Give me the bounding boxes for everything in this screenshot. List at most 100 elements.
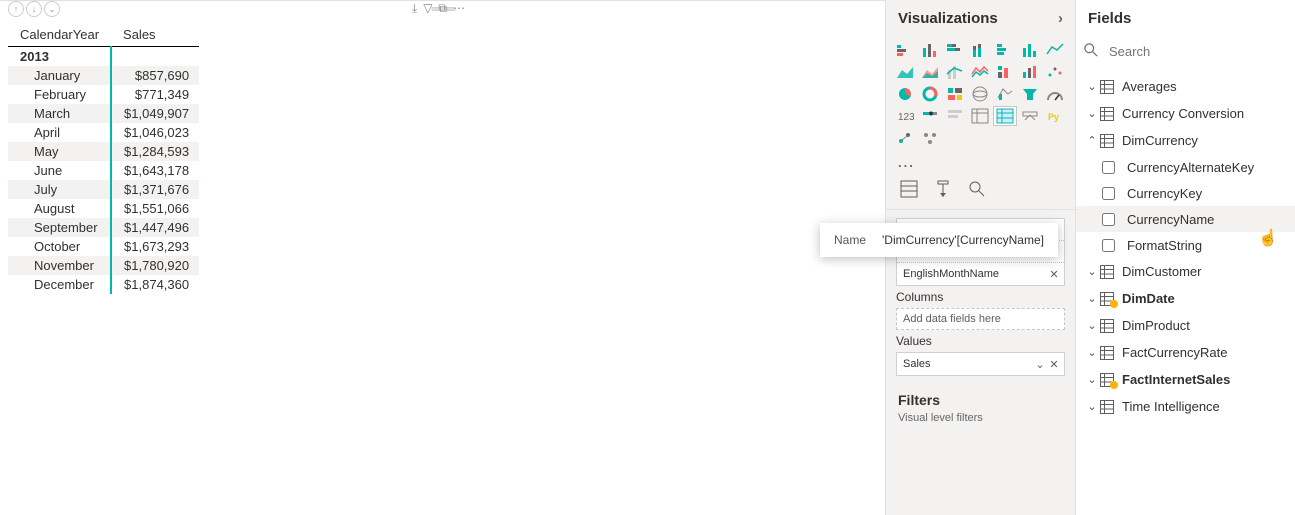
viz-type-icon[interactable] bbox=[919, 85, 941, 103]
table-row-currency-conversion[interactable]: ⌄ Currency Conversion bbox=[1076, 100, 1295, 127]
pin-icon[interactable]: ⤓ bbox=[412, 1, 417, 16]
table-row[interactable]: June bbox=[8, 161, 111, 180]
viz-type-icon[interactable] bbox=[919, 63, 941, 81]
viz-type-icon[interactable] bbox=[919, 129, 941, 147]
viz-type-icon[interactable] bbox=[969, 85, 991, 103]
drill-down-icon[interactable]: ↓ bbox=[26, 1, 42, 17]
table-row[interactable]: January bbox=[8, 66, 111, 85]
table-row[interactable]: October bbox=[8, 237, 111, 256]
viz-type-icon[interactable] bbox=[969, 107, 991, 125]
column-header[interactable]: Sales bbox=[111, 23, 199, 47]
viz-type-icon[interactable] bbox=[1044, 63, 1066, 81]
field-checkbox[interactable] bbox=[1102, 213, 1115, 226]
matrix-visual[interactable]: CalendarYear Sales 2013January$857,690Fe… bbox=[8, 23, 199, 294]
table-row[interactable]: 2013 bbox=[8, 47, 111, 67]
viz-type-icon[interactable] bbox=[944, 63, 966, 81]
filter-icon[interactable]: ▽ bbox=[423, 1, 432, 16]
table-cell[interactable]: $1,780,920 bbox=[111, 256, 199, 275]
viz-type-icon[interactable] bbox=[894, 63, 916, 81]
viz-type-icon[interactable] bbox=[894, 85, 916, 103]
format-tab-icon[interactable] bbox=[932, 176, 954, 205]
viz-type-icon[interactable] bbox=[1019, 85, 1041, 103]
table-row[interactable]: September bbox=[8, 218, 111, 237]
tooltip-label: Name bbox=[834, 233, 866, 247]
table-cell[interactable]: $1,447,496 bbox=[111, 218, 199, 237]
table-row-dimdate[interactable]: ⌄ DimDate bbox=[1076, 285, 1295, 312]
search-box[interactable] bbox=[1084, 35, 1287, 67]
viz-type-icon[interactable] bbox=[1044, 41, 1066, 59]
well-item-label[interactable]: Sales bbox=[903, 358, 931, 370]
report-canvas[interactable]: ↑ ↓ ⌄ ═══ ⤓ ▽ ⧉ ⋯ CalendarYear Sales 201… bbox=[0, 0, 885, 515]
viz-type-icon[interactable] bbox=[919, 107, 941, 125]
well-item-label[interactable]: EnglishMonthName bbox=[903, 268, 999, 280]
table-row[interactable]: August bbox=[8, 199, 111, 218]
fields-tab-icon[interactable] bbox=[898, 176, 920, 205]
table-cell[interactable]: $1,551,066 bbox=[111, 199, 199, 218]
chevron-right-icon[interactable]: › bbox=[1058, 10, 1063, 27]
field-checkbox[interactable] bbox=[1102, 161, 1115, 174]
table-cell[interactable]: $857,690 bbox=[111, 66, 199, 85]
remove-icon[interactable]: ✕ bbox=[1048, 358, 1060, 371]
table-row[interactable]: April bbox=[8, 123, 111, 142]
table-row-timeintelligence[interactable]: ⌄ Time Intelligence bbox=[1076, 393, 1295, 420]
viz-type-icon[interactable]: 123 bbox=[894, 107, 916, 125]
expand-all-icon[interactable]: ⌄ bbox=[44, 1, 60, 17]
table-cell[interactable]: $1,643,178 bbox=[111, 161, 199, 180]
field-checkbox[interactable] bbox=[1102, 239, 1115, 252]
table-row[interactable]: May bbox=[8, 142, 111, 161]
table-row[interactable]: November bbox=[8, 256, 111, 275]
focus-icon[interactable]: ⧉ bbox=[438, 1, 447, 16]
columns-well[interactable]: Add data fields here bbox=[896, 308, 1065, 330]
viz-type-icon[interactable] bbox=[1019, 41, 1041, 59]
viz-type-icon[interactable] bbox=[969, 63, 991, 81]
values-well[interactable]: Sales ⌄✕ bbox=[896, 352, 1065, 376]
table-row-dimcustomer[interactable]: ⌄ DimCustomer bbox=[1076, 258, 1295, 285]
column-header[interactable]: CalendarYear bbox=[8, 23, 111, 47]
table-row[interactable]: February bbox=[8, 85, 111, 104]
drill-up-icon[interactable]: ↑ bbox=[8, 1, 24, 17]
viz-type-icon[interactable] bbox=[894, 129, 916, 147]
more-visuals-icon[interactable]: ... bbox=[886, 153, 1075, 176]
table-cell[interactable]: $771,349 bbox=[111, 85, 199, 104]
remove-icon[interactable]: ✕ bbox=[1048, 268, 1060, 281]
analytics-tab-icon[interactable] bbox=[966, 176, 988, 205]
table-cell[interactable]: $1,371,676 bbox=[111, 180, 199, 199]
table-row-averages[interactable]: ⌄ Averages bbox=[1076, 73, 1295, 100]
table-cell[interactable]: $1,874,360 bbox=[111, 275, 199, 294]
field-checkbox[interactable] bbox=[1102, 187, 1115, 200]
search-input[interactable] bbox=[1107, 43, 1287, 60]
table-row-factcurrencyrate[interactable]: ⌄ FactCurrencyRate bbox=[1076, 339, 1295, 366]
table-cell[interactable]: $1,049,907 bbox=[111, 104, 199, 123]
more-options-icon[interactable]: ⋯ bbox=[453, 1, 465, 16]
viz-type-icon[interactable] bbox=[969, 41, 991, 59]
viz-type-icon[interactable] bbox=[994, 107, 1016, 125]
badge-icon bbox=[1110, 381, 1118, 389]
viz-type-icon[interactable] bbox=[1019, 107, 1041, 125]
viz-type-icon[interactable] bbox=[944, 85, 966, 103]
table-row[interactable]: July bbox=[8, 180, 111, 199]
viz-type-icon[interactable] bbox=[994, 41, 1016, 59]
viz-type-icon[interactable] bbox=[944, 41, 966, 59]
field-currency-alternate-key[interactable]: CurrencyAlternateKey bbox=[1076, 154, 1295, 180]
chevron-down-icon: ⌄ bbox=[1084, 80, 1100, 93]
well-tabs bbox=[886, 176, 1075, 210]
field-currency-key[interactable]: CurrencyKey bbox=[1076, 180, 1295, 206]
table-row-dimcurrency[interactable]: ⌃ DimCurrency bbox=[1076, 127, 1295, 154]
table-row[interactable]: December bbox=[8, 275, 111, 294]
table-row-dimproduct[interactable]: ⌄ DimProduct bbox=[1076, 312, 1295, 339]
viz-type-icon[interactable] bbox=[994, 63, 1016, 81]
viz-type-icon[interactable] bbox=[1044, 85, 1066, 103]
viz-type-icon[interactable] bbox=[944, 107, 966, 125]
table-row[interactable]: March bbox=[8, 104, 111, 123]
table-cell[interactable] bbox=[111, 47, 199, 67]
chevron-down-icon[interactable]: ⌄ bbox=[1034, 358, 1046, 371]
viz-type-icon[interactable] bbox=[994, 85, 1016, 103]
viz-type-icon[interactable] bbox=[919, 41, 941, 59]
table-cell[interactable]: $1,673,293 bbox=[111, 237, 199, 256]
table-cell[interactable]: $1,284,593 bbox=[111, 142, 199, 161]
viz-type-icon[interactable] bbox=[1019, 63, 1041, 81]
viz-type-icon[interactable] bbox=[894, 41, 916, 59]
viz-type-icon[interactable]: Py bbox=[1044, 107, 1066, 125]
table-row-factinternetsales[interactable]: ⌄ FactInternetSales bbox=[1076, 366, 1295, 393]
table-cell[interactable]: $1,046,023 bbox=[111, 123, 199, 142]
